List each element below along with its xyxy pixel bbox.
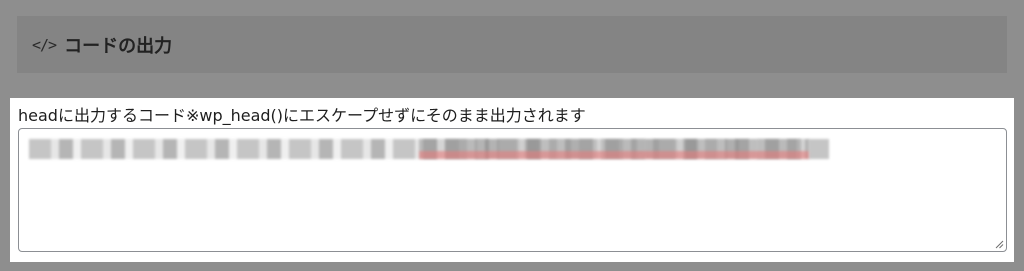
section-title: コードの出力: [64, 35, 173, 57]
section-header: </> コードの出力: [17, 16, 1007, 73]
head-code-textarea[interactable]: [18, 128, 1007, 252]
code-icon: </>: [32, 35, 57, 54]
blurred-code-highlight: [419, 139, 809, 159]
head-code-field: headに出力するコード※wp_head()にエスケープせずにそのまま出力されま…: [10, 98, 1014, 262]
resize-handle-icon[interactable]: [994, 239, 1004, 249]
field-label: headに出力するコード※wp_head()にエスケープせずにそのまま出力されま…: [18, 106, 586, 125]
